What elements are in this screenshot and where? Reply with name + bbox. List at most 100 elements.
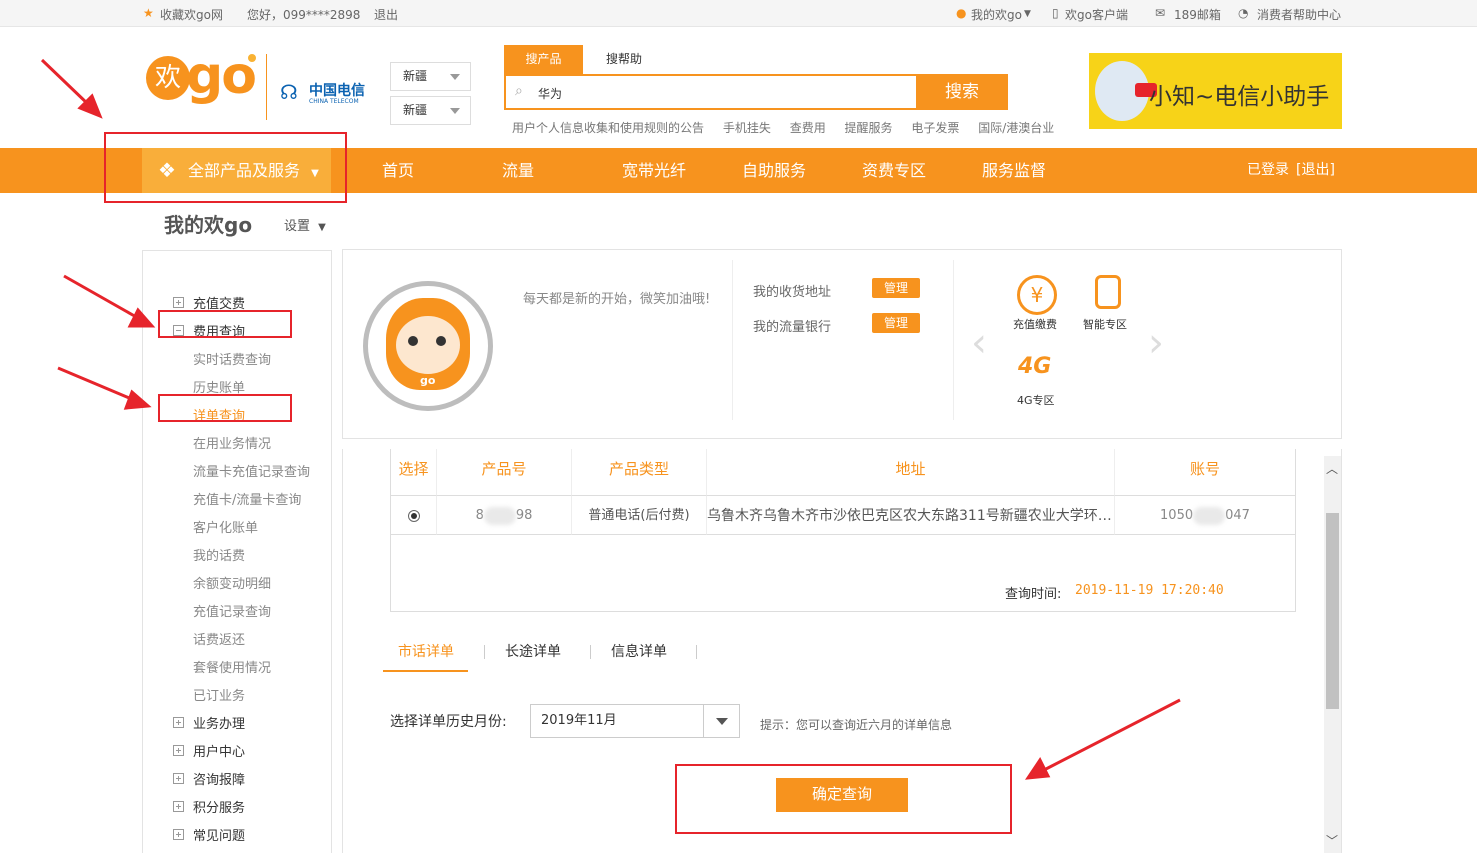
- month-label: 选择详单历史月份:: [390, 714, 507, 730]
- sidebar-item[interactable]: 积分服务: [193, 797, 245, 816]
- sidebar-item[interactable]: 流量卡充值记录查询: [193, 461, 310, 480]
- month-select[interactable]: 2019年11月: [530, 704, 740, 738]
- yuan-icon[interactable]: ¥: [1017, 275, 1057, 315]
- sidebar-item[interactable]: 话费返还: [193, 629, 245, 648]
- quicklink[interactable]: 手机挂失: [723, 121, 771, 135]
- arrow-head-icon: [77, 93, 103, 119]
- sidebar-item[interactable]: 我的话费: [193, 545, 245, 564]
- tab-local-detail[interactable]: 市话详单: [398, 641, 454, 661]
- china-telecom-icon: ☊: [280, 80, 298, 104]
- region-select-1[interactable]: 新疆: [390, 62, 471, 91]
- sidebar-item[interactable]: 常见问题: [193, 825, 245, 844]
- mail-link[interactable]: 189邮箱: [1174, 6, 1221, 23]
- tab-divider: [590, 645, 591, 659]
- divider: [732, 260, 733, 420]
- quicklink[interactable]: 查费用: [790, 121, 826, 135]
- carrier-name: 中国电信: [309, 83, 365, 99]
- sidebar-item[interactable]: 充值记录查询: [193, 601, 271, 620]
- sidebar-item[interactable]: 业务办理: [193, 713, 245, 732]
- table-header: 选择: [391, 449, 437, 495]
- expand-icon[interactable]: [173, 297, 184, 308]
- motto-text: 每天都是新的开始，微笑加油哦!: [523, 292, 711, 307]
- search-button[interactable]: 搜索: [916, 74, 1008, 110]
- 4g-icon[interactable]: 4G: [1018, 354, 1051, 379]
- logout-link[interactable]: 退出: [374, 6, 398, 23]
- sidebar-item[interactable]: 客户化账单: [193, 517, 258, 536]
- scroll-up-icon[interactable]: ︿: [1326, 460, 1338, 477]
- smart-icon[interactable]: [1095, 275, 1121, 309]
- sidebar-item[interactable]: 套餐使用情况: [193, 657, 271, 676]
- avatar-face: [396, 316, 460, 374]
- carousel-next-icon[interactable]: ›: [1148, 320, 1164, 366]
- active-tab-underline: [383, 670, 468, 672]
- region-select-1-value: 新疆: [403, 69, 428, 83]
- region-select-2[interactable]: 新疆: [390, 96, 471, 125]
- shortcut-recharge[interactable]: 充值缴费: [1013, 316, 1057, 332]
- nav-item-broadband[interactable]: 宽带光纤: [622, 148, 686, 193]
- helper-banner[interactable]: 小知~电信小助手: [1089, 53, 1342, 129]
- month-select-value: 2019年11月: [541, 713, 617, 728]
- traffic-bank-label: 我的流量银行: [753, 320, 832, 335]
- manage-address-button[interactable]: 管理: [872, 278, 920, 298]
- radio-button[interactable]: [407, 509, 420, 522]
- my-huango-menu[interactable]: 我的欢go: [971, 6, 1022, 23]
- chevron-down-icon: [716, 718, 728, 725]
- sidebar-item[interactable]: 用户中心: [193, 741, 245, 760]
- sidebar-item[interactable]: 余额变动明细: [193, 573, 271, 592]
- quicklink[interactable]: 用户个人信息收集和使用规则的公告: [512, 121, 704, 135]
- shortcut-smart[interactable]: 智能专区: [1083, 316, 1127, 332]
- client-link[interactable]: 欢go客户端: [1065, 6, 1128, 23]
- quicklink[interactable]: 国际/港澳台业: [978, 121, 1054, 135]
- table-header: 地址: [707, 449, 1115, 495]
- query-time-value: 2019-11-19 17:20:40: [1075, 583, 1224, 598]
- tab-search-product[interactable]: 搜产品: [504, 45, 583, 74]
- masked-digits: [1193, 506, 1226, 525]
- avatar[interactable]: go: [363, 281, 493, 411]
- tab-message-detail[interactable]: 信息详单: [611, 641, 667, 661]
- expand-icon[interactable]: [173, 745, 184, 756]
- sidebar: 充值交费 费用查询 实时话费查询 历史账单 详单查询 在用业务情况 流量卡充值记录查询 充值卡…: [142, 250, 332, 853]
- nav-logout-link[interactable]: [退出]: [1296, 148, 1335, 193]
- favorite-link[interactable]: 收藏欢go网: [160, 6, 223, 23]
- nav-item-traffic[interactable]: 流量: [502, 148, 534, 193]
- sidebar-item[interactable]: 充值卡/流量卡查询: [193, 489, 301, 508]
- table-row-select[interactable]: [391, 495, 437, 535]
- nav-item-supervision[interactable]: 服务监督: [982, 148, 1046, 193]
- product-no-part: 8: [475, 508, 484, 523]
- scroll-down-icon[interactable]: ﹀: [1326, 832, 1338, 849]
- address-label: 我的收货地址: [753, 285, 832, 300]
- region-select-2-value: 新疆: [403, 103, 428, 117]
- annotation-box-confirm: [675, 764, 1012, 834]
- sidebar-item[interactable]: 实时话费查询: [193, 349, 271, 368]
- expand-icon[interactable]: [173, 801, 184, 812]
- table-header: 产品号: [437, 449, 572, 495]
- expand-icon[interactable]: [173, 717, 184, 728]
- manage-traffic-bank-button[interactable]: 管理: [872, 313, 920, 333]
- scrollbar-thumb[interactable]: [1326, 513, 1339, 709]
- query-time-label: 查询时间:: [1005, 587, 1062, 602]
- nav-item-tariff[interactable]: 资费专区: [862, 148, 926, 193]
- logged-in-status: 已登录: [1247, 162, 1289, 178]
- carousel-prev-icon[interactable]: ‹: [971, 320, 987, 366]
- quicklink[interactable]: 电子发票: [911, 121, 959, 135]
- sidebar-item[interactable]: 在用业务情况: [193, 433, 271, 452]
- expand-icon[interactable]: [173, 773, 184, 784]
- sidebar-item[interactable]: 已订业务: [193, 685, 245, 704]
- logo-go-text: go: [186, 46, 257, 106]
- phone-icon: ▯: [1052, 6, 1059, 20]
- nav-item-home[interactable]: 首页: [382, 148, 414, 193]
- divider: [953, 260, 954, 420]
- avatar-eye: [408, 336, 418, 346]
- sidebar-item[interactable]: 咨询报障: [193, 769, 245, 788]
- tab-long-distance-detail[interactable]: 长途详单: [505, 641, 561, 661]
- settings-menu[interactable]: 设置 ▼: [284, 215, 326, 234]
- help-center-link[interactable]: 消费者帮助中心: [1257, 6, 1341, 23]
- logo-dot-icon: [248, 54, 256, 62]
- nav-item-self-service[interactable]: 自助服务: [742, 148, 806, 193]
- greeting-text: 您好，099****2898: [247, 8, 361, 22]
- quicklink[interactable]: 提醒服务: [845, 121, 893, 135]
- annotation-box-all-products: [104, 132, 347, 203]
- tab-search-help[interactable]: 搜帮助: [592, 45, 652, 74]
- expand-icon[interactable]: [173, 829, 184, 840]
- shortcut-4g[interactable]: 4G专区: [1017, 392, 1055, 408]
